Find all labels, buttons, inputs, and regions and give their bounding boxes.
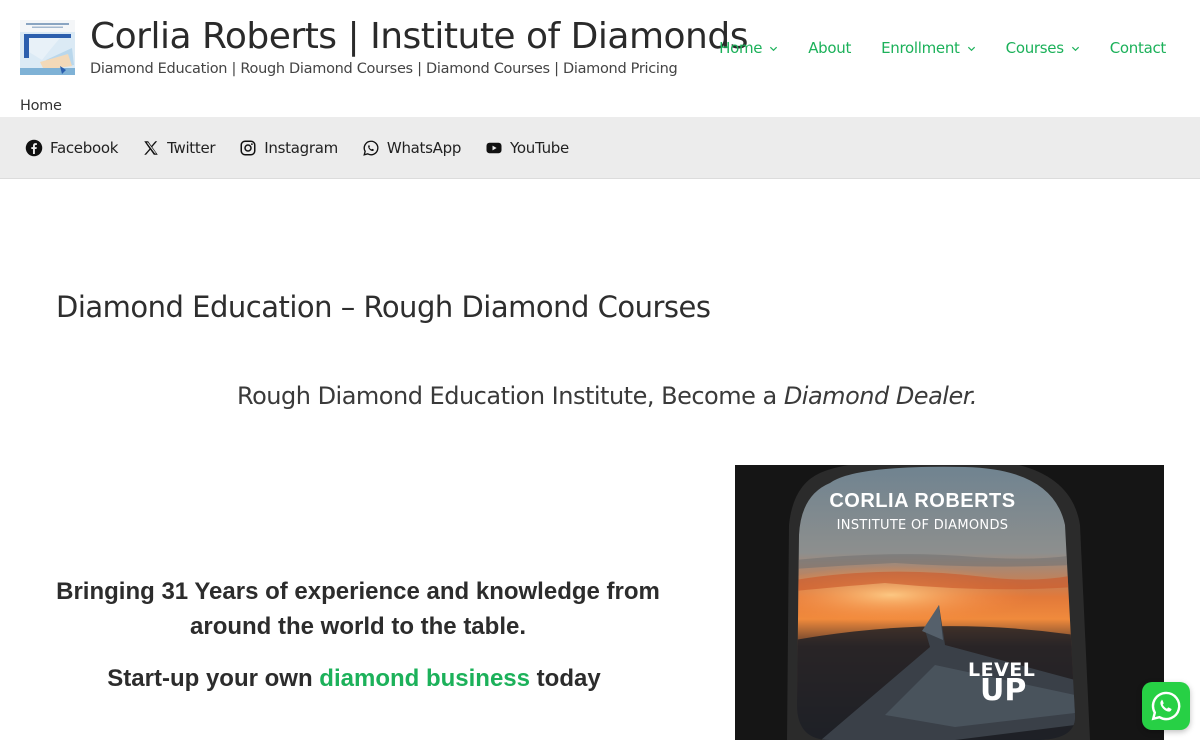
sub-heading: Rough Diamond Education Institute, Becom… <box>0 382 1200 410</box>
social-label: Twitter <box>167 138 216 157</box>
chevron-down-icon <box>967 46 975 51</box>
nav-item-home[interactable]: Home <box>719 39 778 57</box>
x-twitter-icon <box>144 140 158 155</box>
promo-up-text: UP <box>980 673 1027 708</box>
sub-heading-emphasis: Diamond Dealer. <box>783 382 978 410</box>
experience-statement: Bringing 31 Years of experience and know… <box>56 578 660 640</box>
chevron-down-icon <box>1071 46 1079 51</box>
nav-item-about[interactable]: About <box>808 39 851 57</box>
promo-brand-subtitle: INSTITUTE OF DIAMONDS <box>836 518 1009 533</box>
whatsapp-chat-button[interactable] <box>1142 682 1190 730</box>
site-title[interactable]: Corlia Roberts | Institute of Diamonds <box>90 16 748 57</box>
social-link-twitter[interactable]: Twitter <box>142 138 216 157</box>
social-bar: Facebook Twitter Instagram WhatsApp YouT… <box>0 117 1200 179</box>
promo-brand-name: CORLIA ROBERTS <box>829 490 1016 512</box>
startup-text-before: Start-up your own <box>107 665 320 692</box>
nav-item-courses[interactable]: Courses <box>1006 39 1080 57</box>
social-label: YouTube <box>510 138 569 157</box>
social-link-facebook[interactable]: Facebook <box>25 139 118 157</box>
nav-item-label: Enrollment <box>881 39 960 57</box>
page-title: Diamond Education – Rough Diamond Course… <box>56 290 711 324</box>
nav-item-label: About <box>808 39 852 57</box>
nav-item-label: Courses <box>1005 39 1064 57</box>
nav-item-label: Home <box>719 39 763 57</box>
site-logo[interactable] <box>20 20 75 75</box>
whatsapp-icon <box>1151 691 1181 721</box>
instagram-icon <box>240 140 256 155</box>
social-label: WhatsApp <box>386 138 462 157</box>
sub-heading-text: Rough Diamond Education Institute, Becom… <box>237 382 784 410</box>
promo-image: CORLIA ROBERTS INSTITUTE OF DIAMONDS LEV… <box>735 465 1164 740</box>
youtube-icon <box>486 142 502 153</box>
social-label: Facebook <box>50 138 119 157</box>
nav-item-label: Contact <box>1109 39 1167 57</box>
social-label: Instagram <box>264 138 338 157</box>
social-link-youtube[interactable]: YouTube <box>485 139 569 157</box>
facebook-icon <box>25 139 43 156</box>
social-link-instagram[interactable]: Instagram <box>239 139 338 157</box>
nav-item-enrollment[interactable]: Enrollment <box>881 39 976 57</box>
whatsapp-icon <box>363 140 379 156</box>
site-tagline: Diamond Education | Rough Diamond Course… <box>90 61 678 77</box>
startup-text-after: today <box>530 665 601 692</box>
social-link-whatsapp[interactable]: WhatsApp <box>362 139 461 157</box>
main-nav: Home About Enrollment Courses Contact <box>689 39 1166 57</box>
chevron-down-icon <box>770 46 778 51</box>
site-header: Corlia Roberts | Institute of Diamonds D… <box>0 0 1200 96</box>
diamond-business-link[interactable]: diamond business <box>319 665 530 692</box>
startup-statement: Start-up your own diamond business today <box>20 665 688 693</box>
breadcrumb[interactable]: Home <box>20 98 62 114</box>
nav-item-contact[interactable]: Contact <box>1109 39 1167 57</box>
